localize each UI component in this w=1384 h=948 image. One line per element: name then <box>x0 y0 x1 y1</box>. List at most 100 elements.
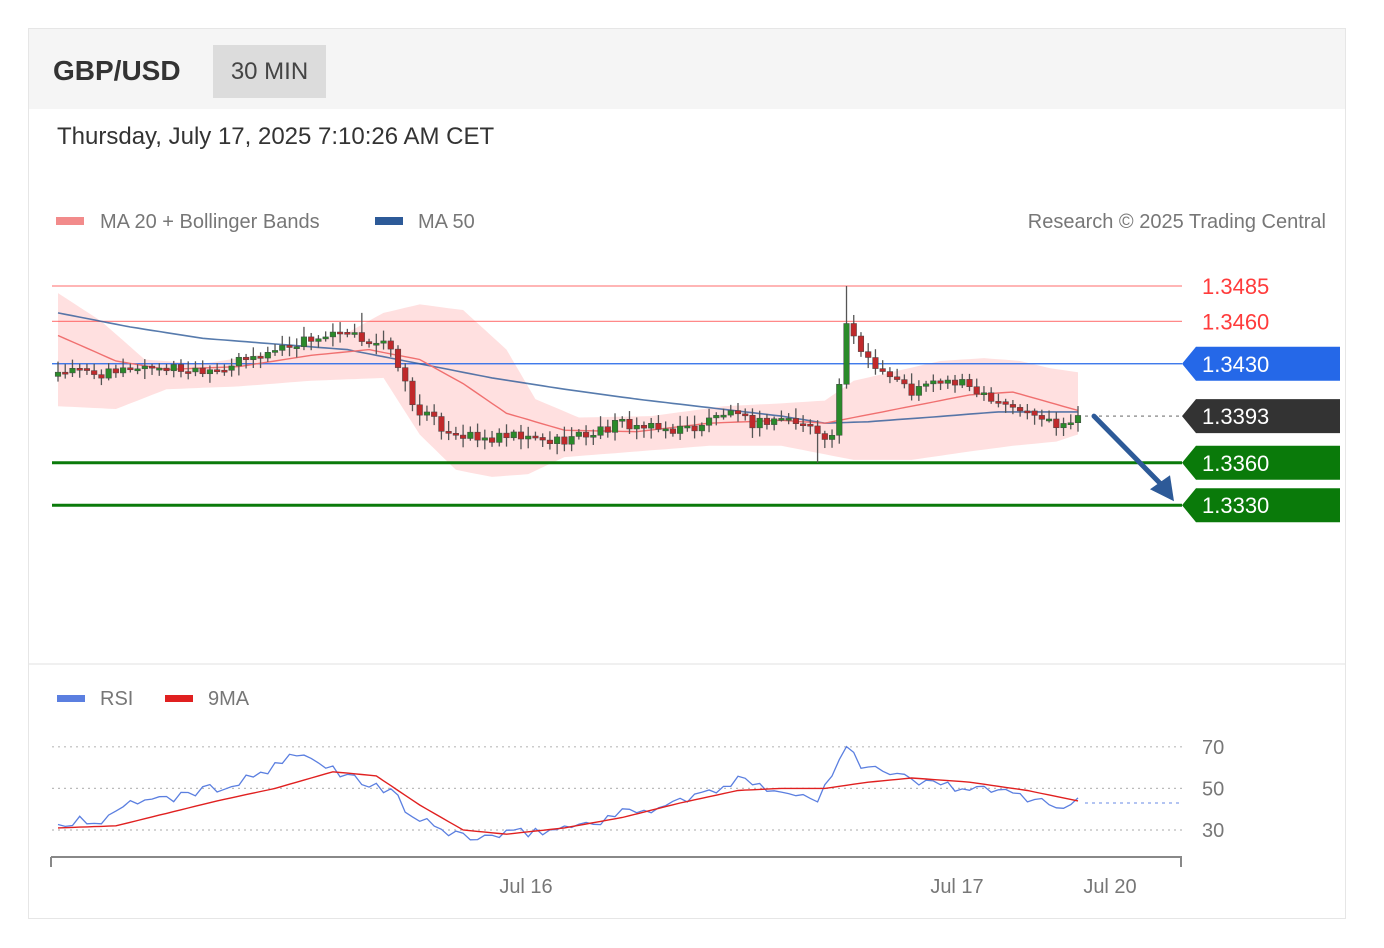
candle-body <box>865 351 872 358</box>
candle-body <box>185 371 192 374</box>
candle-body <box>828 435 836 440</box>
candle-body <box>749 415 756 429</box>
candle-body <box>879 368 886 372</box>
candle-body <box>966 379 973 387</box>
price-chart: MA 20 + Bollinger Bands MA 50 Research ©… <box>50 211 1340 898</box>
candle-body <box>148 365 156 369</box>
candle-body <box>1053 418 1060 429</box>
candle-body <box>1074 415 1082 423</box>
candle-body <box>271 350 279 353</box>
candle-body <box>54 371 62 377</box>
resistance-level-label: 1.3485 <box>1202 274 1269 299</box>
candle-body <box>763 417 770 425</box>
candle-body <box>821 433 828 440</box>
candle-body <box>337 331 344 335</box>
candle-body <box>727 410 734 416</box>
pivot-level-label: 1.3430 <box>1202 352 1269 377</box>
candle-body <box>807 423 814 427</box>
candle-body <box>872 357 879 369</box>
candle-body <box>706 417 713 426</box>
support-level-label: 1.3330 <box>1202 493 1269 518</box>
candle-body <box>792 418 799 424</box>
candle-body <box>120 367 127 374</box>
candle-body <box>1024 410 1031 414</box>
candle-body <box>677 425 684 434</box>
candle-body <box>517 431 525 440</box>
candle-body <box>937 380 944 384</box>
candle-body <box>387 340 394 350</box>
candle-body <box>199 367 206 375</box>
candle-body <box>590 435 597 438</box>
candle-body <box>279 345 286 351</box>
ma20-legend-swatch <box>56 217 84 225</box>
candle-body <box>308 336 315 342</box>
candle-body <box>857 335 865 352</box>
candle-body <box>980 392 988 396</box>
candle-body <box>358 332 365 342</box>
candle-body <box>626 419 633 430</box>
candle-body <box>83 368 90 371</box>
candle-body <box>351 332 358 335</box>
candle-body <box>886 371 893 378</box>
rsi-ma-legend-label: 9MA <box>208 688 250 710</box>
candle-body <box>228 365 235 371</box>
candle-body <box>843 323 850 385</box>
candle-body <box>510 431 517 439</box>
candle-body <box>105 368 112 379</box>
candle-body <box>648 423 655 429</box>
candle-body <box>669 428 676 434</box>
candle-body <box>163 367 170 372</box>
candle-body <box>742 413 749 417</box>
candle-body <box>713 415 720 419</box>
candle-body <box>329 331 336 338</box>
candle-body <box>1017 407 1024 412</box>
candle-body <box>98 374 105 379</box>
candle-body <box>366 341 373 345</box>
rsi-tick-label: 30 <box>1202 820 1224 842</box>
time-axis: Jul 16 Jul 17 Jul 20 <box>50 856 1182 898</box>
candle-body <box>264 352 271 359</box>
candle-body <box>460 434 467 439</box>
candle-body <box>619 419 626 422</box>
candle-body <box>134 368 141 372</box>
candle-body <box>959 379 966 386</box>
candle-body <box>1002 401 1009 405</box>
candle-body <box>344 332 351 335</box>
candle-body <box>640 425 648 429</box>
candle-body <box>76 368 83 371</box>
time-tick-label: Jul 20 <box>1083 876 1136 898</box>
candle-body <box>995 401 1002 404</box>
candle-body <box>214 369 221 372</box>
last-level-label: 1.3393 <box>1202 404 1269 429</box>
candle-body <box>488 437 496 443</box>
forecast-arrow <box>1091 413 1174 502</box>
candle-body <box>293 346 300 349</box>
candle-body <box>575 431 582 437</box>
candle-body <box>568 436 575 445</box>
candle-body <box>908 383 915 396</box>
candle-body <box>177 364 185 372</box>
candle-body <box>915 386 922 396</box>
candle-body <box>250 356 257 360</box>
candle-body <box>322 336 329 340</box>
candle-body <box>973 386 980 395</box>
candle-body <box>1031 410 1038 416</box>
candle-body <box>923 383 930 387</box>
candle-body <box>170 364 177 372</box>
candle-body <box>243 356 250 360</box>
ma20-legend-label: MA 20 + Bollinger Bands <box>100 211 320 233</box>
candle-body <box>445 431 452 434</box>
candle-body <box>930 380 937 385</box>
ma50-legend-swatch <box>375 217 403 225</box>
candle-body <box>633 425 640 430</box>
candle-body <box>691 425 698 432</box>
candle-body <box>156 367 163 371</box>
rsi-tick-label: 50 <box>1202 778 1224 800</box>
rsi-legend-label: RSI <box>100 688 133 710</box>
candle-body <box>438 416 445 432</box>
candle-body <box>409 380 416 406</box>
candle-body <box>373 342 380 346</box>
candle-body <box>836 384 843 436</box>
candle-body <box>785 418 792 421</box>
candle-body <box>503 432 510 439</box>
